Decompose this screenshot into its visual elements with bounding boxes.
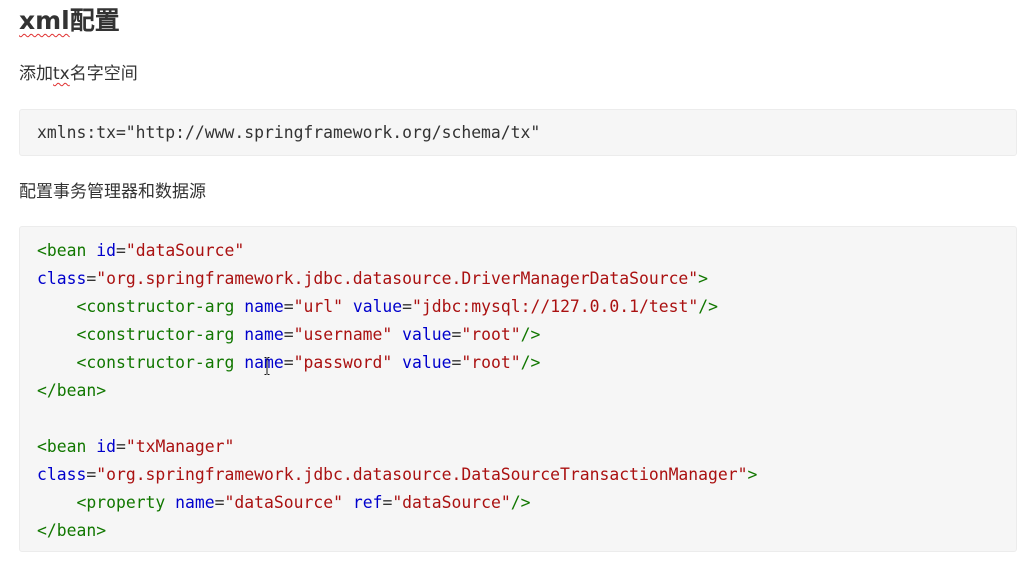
paragraph-config-tx-manager: 配置事务管理器和数据源: [19, 182, 206, 202]
text-cursor-icon: [264, 357, 270, 375]
code-attr: name: [244, 325, 284, 344]
heading-rest: 配置: [69, 6, 120, 35]
code-attr: ref: [352, 493, 383, 512]
para1-text-after: 名字空间: [69, 64, 138, 84]
code-attr: value: [402, 325, 452, 344]
xml-code-block: <bean id="dataSource" class="org.springf…: [19, 226, 1017, 552]
code-string: "txManager": [125, 437, 235, 456]
code-string: "dataSource": [125, 241, 245, 260]
code-tag: >: [747, 465, 758, 484]
code-tag: <bean: [37, 437, 87, 456]
para1-text-before: 添加: [19, 64, 53, 84]
heading-spellchecked-word: xml: [19, 6, 70, 35]
code-attr: id: [96, 241, 116, 260]
code-string: "org.springframework.jdbc.datasource.Dri…: [96, 269, 699, 288]
code-attr: name: [175, 493, 215, 512]
code-line: <constructor-arg name="url" value="jdbc:…: [76, 297, 718, 316]
para1-spellchecked-word: tx: [53, 64, 70, 84]
code-string: "username": [293, 325, 393, 344]
section-heading: xml配置: [19, 2, 120, 40]
code-string: "root": [461, 353, 521, 372]
code-string: "root": [461, 325, 521, 344]
code-tag: <constructor-arg: [76, 325, 235, 344]
code-line: <bean id="txManager": [37, 437, 235, 456]
code-line: </bean>: [37, 517, 106, 545]
code-tag: />: [520, 353, 541, 372]
code-tag: <property: [76, 493, 166, 512]
code-string: "org.springframework.jdbc.datasource.Dat…: [96, 465, 748, 484]
code-attr: value: [402, 353, 452, 372]
code-string: "url": [293, 297, 343, 316]
code-tag: <bean: [37, 241, 87, 260]
code-attr: id: [96, 437, 116, 456]
namespace-code-line: xmlns:tx="http://www.springframework.org…: [37, 123, 541, 142]
code-tag: <constructor-arg: [76, 297, 235, 316]
code-attr: class: [37, 269, 87, 288]
code-line: <constructor-arg name="password" value="…: [76, 353, 541, 372]
code-tag: </bean>: [37, 521, 107, 540]
code-tag: <constructor-arg: [76, 353, 235, 372]
code-tag: />: [698, 297, 718, 316]
code-attr: name: [244, 297, 284, 316]
code-line: class="org.springframework.jdbc.datasour…: [37, 269, 709, 288]
code-attr: value: [352, 297, 403, 316]
code-tag: />: [510, 493, 531, 512]
code-line: <bean id="dataSource": [37, 241, 245, 260]
code-string: "jdbc:mysql://127.0.0.1/test": [412, 297, 699, 316]
code-tag: />: [520, 325, 541, 344]
paragraph-add-namespace: 添加tx名字空间: [19, 62, 138, 86]
code-line: </bean>: [37, 377, 106, 405]
code-line: class="org.springframework.jdbc.datasour…: [37, 465, 758, 484]
namespace-code-block: xmlns:tx="http://www.springframework.org…: [19, 109, 1017, 156]
code-string: "dataSource": [392, 493, 511, 512]
code-line: <property name="dataSource" ref="dataSou…: [76, 493, 531, 512]
code-line: <constructor-arg name="username" value="…: [76, 325, 541, 344]
code-tag: </bean>: [37, 381, 107, 400]
code-tag: >: [698, 269, 709, 288]
code-string: "password": [293, 353, 393, 372]
code-string: "dataSource": [224, 493, 343, 512]
code-attr: class: [37, 465, 87, 484]
